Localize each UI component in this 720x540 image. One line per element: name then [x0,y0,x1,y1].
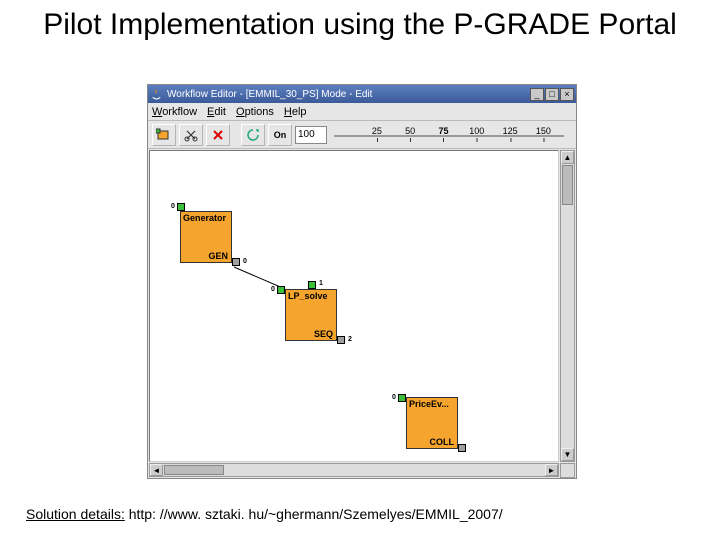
port-lp-top[interactable]: 1 [308,281,316,289]
tick-50: 50 [405,126,415,136]
hscroll-thumb[interactable] [164,465,224,475]
zoom-slider[interactable]: 25 50 75 100 125 150 [334,124,572,146]
scroll-up-arrow[interactable]: ▲ [561,151,574,164]
workflow-canvas[interactable]: Generator GEN 0 0 LP_solve SEQ 0 1 2 Pri… [149,150,559,462]
node-lpsolve[interactable]: LP_solve SEQ 0 1 2 [285,289,337,341]
horizontal-scrollbar[interactable]: ◄ ► [149,463,559,477]
close-button[interactable]: × [560,88,574,101]
maximize-button[interactable]: □ [545,88,559,101]
delete-button[interactable] [206,124,230,146]
minimize-button[interactable]: _ [530,88,544,101]
scroll-down-arrow[interactable]: ▼ [561,448,574,461]
port-gen-out[interactable]: 0 [232,258,240,266]
menubar: Workflow Edit Options Help [148,103,576,121]
node-priceev[interactable]: PriceEv... COLL 0 [406,397,458,449]
tick-125: 125 [503,126,518,136]
scroll-right-arrow[interactable]: ► [545,464,558,476]
port-pe-in[interactable]: 0 [398,394,406,402]
port-gen-top[interactable]: 0 [177,203,185,211]
menu-workflow[interactable]: Workflow [152,106,197,118]
node-generator[interactable]: Generator GEN 0 0 [180,211,232,263]
tick-75: 75 [438,126,448,136]
toggle-button[interactable]: On [268,124,292,146]
refresh-button[interactable] [241,124,265,146]
node-generator-sub: GEN [208,251,228,261]
node-generator-label: Generator [183,213,229,223]
java-icon [150,88,163,101]
node-lpsolve-sub: SEQ [314,329,333,339]
node-priceev-label: PriceEv... [409,399,455,409]
menu-options[interactable]: Options [236,106,274,118]
vscroll-thumb[interactable] [562,165,573,205]
tick-100: 100 [469,126,484,136]
toolbar: On 25 50 75 100 125 150 [148,121,576,149]
tick-25: 25 [372,126,382,136]
footnote-label: Solution details: [26,506,125,522]
port-pe-out[interactable] [458,444,466,452]
window-title: Workflow Editor - [EMMIL_30_PS] Mode - E… [167,89,530,100]
footnote-url: http: //www. sztaki. hu/~ghermann/Szemel… [129,506,503,522]
tick-150: 150 [536,126,551,136]
app-window: Workflow Editor - [EMMIL_30_PS] Mode - E… [147,84,577,479]
slide-title: Pilot Implementation using the P-GRADE P… [0,0,720,53]
titlebar: Workflow Editor - [EMMIL_30_PS] Mode - E… [148,85,576,103]
scroll-left-arrow[interactable]: ◄ [150,464,163,476]
port-lp-out[interactable]: 2 [337,336,345,344]
new-node-button[interactable] [152,124,176,146]
port-lp-in[interactable]: 0 [277,286,285,294]
node-priceev-sub: COLL [430,437,455,447]
node-lpsolve-label: LP_solve [288,291,334,301]
footnote: Solution details: http: //www. sztaki. h… [26,506,503,522]
cut-button[interactable] [179,124,203,146]
scroll-corner [560,463,575,478]
menu-edit[interactable]: Edit [207,106,226,118]
menu-help[interactable]: Help [284,106,307,118]
vertical-scrollbar[interactable]: ▲ ▼ [560,150,575,462]
zoom-input[interactable] [295,126,327,144]
